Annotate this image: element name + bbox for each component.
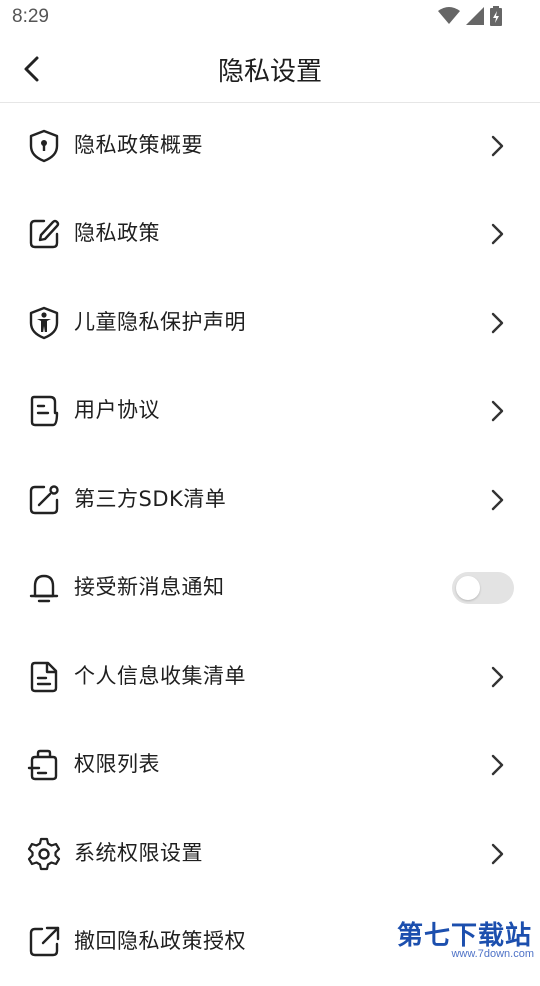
toggle-knob xyxy=(456,576,480,600)
cellular-signal-icon xyxy=(466,7,484,25)
watermark-logo: 第七下载站 www.7down.com xyxy=(340,900,540,960)
top-app-bar: 隐私设置 xyxy=(0,36,540,103)
shield-lock-icon xyxy=(29,129,59,163)
chevron-right-icon xyxy=(491,223,504,245)
row-label: 个人信息收集清单 xyxy=(74,664,246,688)
settings-row-personal-info-list[interactable]: 个人信息收集清单 xyxy=(0,633,540,721)
permission-bag-icon xyxy=(27,749,58,781)
status-time: 8:29 xyxy=(12,6,49,27)
wifi-icon xyxy=(438,7,460,24)
external-share-icon xyxy=(29,926,60,957)
settings-row-privacy-summary[interactable]: 隐私政策概要 xyxy=(0,102,540,190)
chevron-right-icon xyxy=(491,489,504,511)
row-label: 接受新消息通知 xyxy=(74,575,225,599)
row-label: 隐私政策 xyxy=(74,221,160,245)
settings-row-privacy-policy[interactable]: 隐私政策 xyxy=(0,190,540,278)
chevron-right-icon xyxy=(491,843,504,865)
document-list-icon xyxy=(30,661,58,693)
status-bar: 8:29 xyxy=(0,0,540,36)
row-label: 儿童隐私保护声明 xyxy=(74,310,246,334)
settings-row-permission-list[interactable]: 权限列表 xyxy=(0,721,540,809)
chevron-right-icon xyxy=(491,400,504,422)
notifications-toggle[interactable] xyxy=(452,572,514,604)
sdk-edit-icon xyxy=(29,485,59,515)
chevron-right-icon xyxy=(491,754,504,776)
child-shield-icon xyxy=(29,306,59,340)
row-label: 撤回隐私政策授权 xyxy=(74,929,246,953)
settings-row-system-permissions[interactable]: 系统权限设置 xyxy=(0,810,540,898)
row-label: 系统权限设置 xyxy=(74,841,203,865)
chevron-right-icon xyxy=(491,312,504,334)
row-label: 权限列表 xyxy=(74,752,160,776)
row-label: 用户协议 xyxy=(74,398,160,422)
gear-icon xyxy=(27,837,61,871)
settings-row-message-notifications: 接受新消息通知 xyxy=(0,544,540,632)
chevron-right-icon xyxy=(491,135,504,157)
battery-charging-icon xyxy=(490,6,502,26)
chevron-right-icon xyxy=(491,666,504,688)
watermark-text: 第七下载站 xyxy=(396,920,532,950)
edit-note-icon xyxy=(29,219,60,249)
agreement-document-icon xyxy=(30,395,59,427)
row-label: 隐私政策概要 xyxy=(74,133,203,157)
bell-icon xyxy=(29,574,59,603)
row-label: 第三方SDK清单 xyxy=(74,487,227,511)
watermark-url: www.7down.com xyxy=(451,948,534,960)
status-icons xyxy=(438,6,502,26)
settings-row-child-privacy[interactable]: 儿童隐私保护声明 xyxy=(0,279,540,367)
page-title: 隐私设置 xyxy=(217,57,322,87)
settings-row-third-party-sdk[interactable]: 第三方SDK清单 xyxy=(0,456,540,544)
settings-row-user-agreement[interactable]: 用户协议 xyxy=(0,367,540,455)
